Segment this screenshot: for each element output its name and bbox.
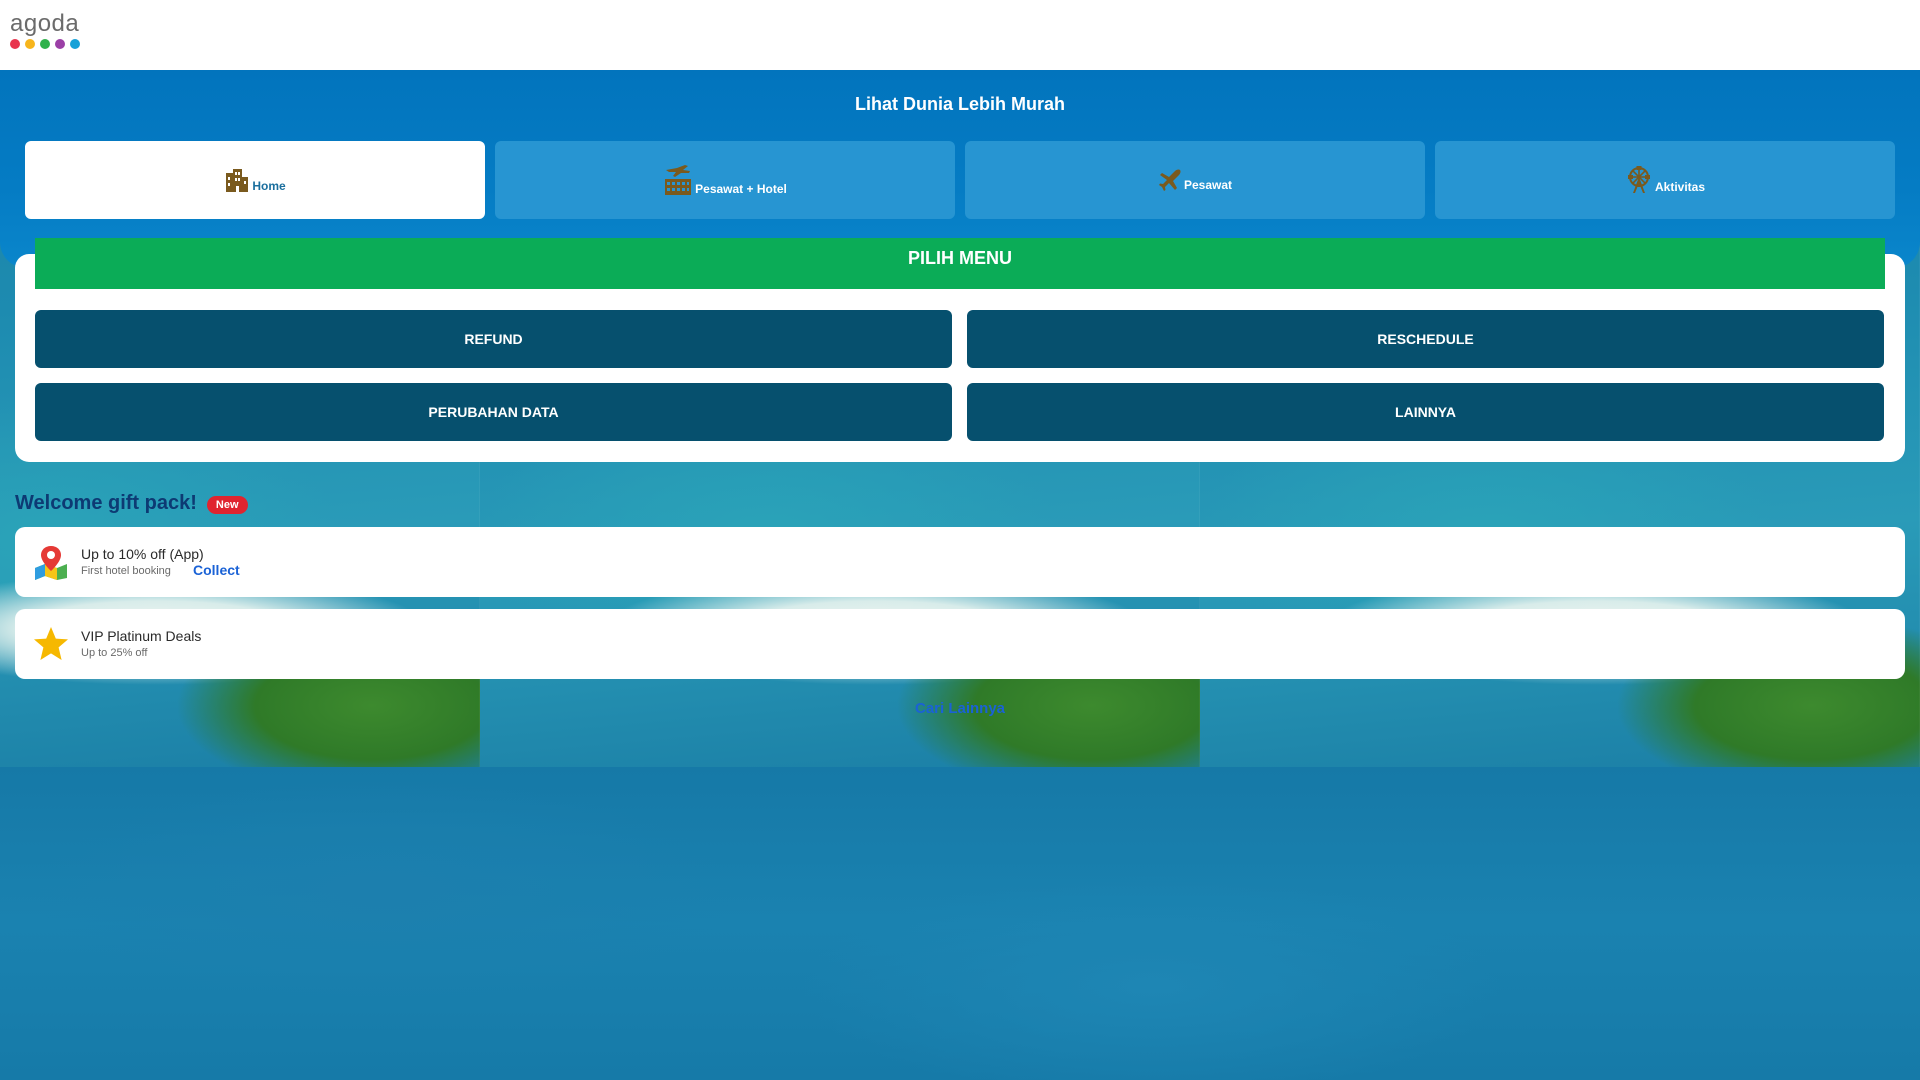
see-more-link[interactable]: Cari Lainnya bbox=[0, 700, 1920, 717]
banner-title: Lihat Dunia Lebih Murah bbox=[855, 94, 1065, 114]
new-badge: New bbox=[206, 496, 248, 514]
tab-label: Pesawat bbox=[1183, 178, 1233, 192]
logo-dot bbox=[10, 39, 20, 49]
flight-hotel-icon bbox=[663, 164, 693, 196]
welcome-heading: Welcome gift pack! New bbox=[15, 492, 248, 515]
logo-dots bbox=[10, 39, 82, 49]
tab-flight-hotel[interactable]: Pesawat + Hotel bbox=[495, 141, 955, 219]
others-button[interactable]: LAINNYA bbox=[967, 383, 1884, 441]
deal-title: VIP Platinum Deals bbox=[81, 628, 202, 644]
reschedule-button[interactable]: RESCHEDULE bbox=[967, 310, 1884, 368]
collect-button[interactable]: Collect bbox=[193, 562, 240, 578]
ocean-image bbox=[0, 767, 1920, 1080]
tab-label: Aktivitas bbox=[1654, 180, 1706, 194]
agoda-logo[interactable]: agoda bbox=[10, 12, 82, 52]
deal-subtitle: First hotel booking bbox=[81, 565, 171, 577]
tab-activities[interactable]: Aktivitas bbox=[1435, 141, 1895, 219]
tab-label: Pesawat + Hotel bbox=[695, 182, 787, 196]
star-icon bbox=[33, 626, 69, 662]
menu-card: PILIH MENU REFUND RESCHEDULE PERUBAHAN D… bbox=[15, 238, 1905, 462]
top-header: agoda bbox=[0, 0, 1920, 70]
deal-subtitle: Up to 25% off bbox=[81, 647, 148, 659]
ferris-wheel-icon bbox=[1625, 166, 1653, 194]
hotel-building-icon bbox=[224, 167, 250, 193]
product-tabs: Home Pesawat + Hotel Pesawat Aktivitas bbox=[25, 141, 1895, 219]
logo-wordmark: agoda bbox=[10, 10, 80, 37]
airplane-icon bbox=[1158, 168, 1182, 192]
welcome-title: Welcome gift pack! bbox=[15, 492, 197, 514]
logo-dot bbox=[25, 39, 35, 49]
logo-dot bbox=[70, 39, 80, 49]
tab-label: Home bbox=[252, 179, 286, 193]
data-change-button[interactable]: PERUBAHAN DATA bbox=[35, 383, 952, 441]
deal-card-app-discount[interactable]: Up to 10% off (App) First hotel booking … bbox=[15, 527, 1905, 597]
logo-dot bbox=[40, 39, 50, 49]
tab-home[interactable]: Home bbox=[25, 141, 485, 219]
map-pin-icon bbox=[33, 544, 69, 580]
deal-title: Up to 10% off (App) bbox=[81, 546, 204, 562]
tab-flight[interactable]: Pesawat bbox=[965, 141, 1425, 219]
menu-header: PILIH MENU bbox=[35, 238, 1885, 289]
deal-card-vip[interactable]: VIP Platinum Deals Up to 25% off bbox=[15, 609, 1905, 679]
logo-dot bbox=[55, 39, 65, 49]
refund-button[interactable]: REFUND bbox=[35, 310, 952, 368]
